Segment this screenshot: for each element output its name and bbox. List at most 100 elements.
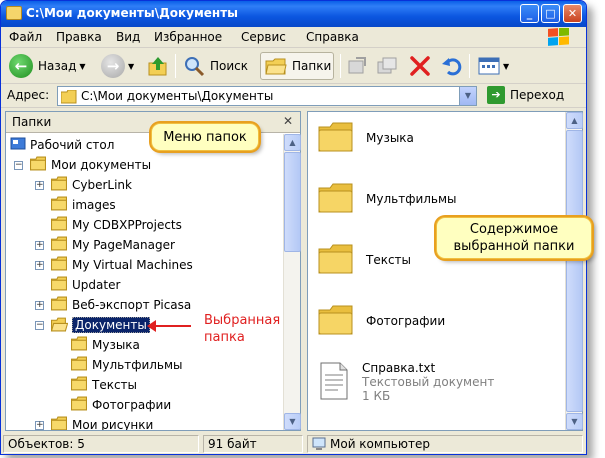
tree-item[interactable]: Тексты — [55, 376, 137, 394]
menu-bar: Файл Правка Вид Избранное Сервис Справка — [1, 27, 586, 48]
tree-item[interactable]: + My PageManager — [35, 236, 175, 254]
menu-favorites[interactable]: Избранное — [154, 30, 222, 44]
annotation-arrow-icon — [147, 320, 191, 332]
menu-tools[interactable]: Сервис — [241, 30, 286, 44]
folder-icon — [50, 216, 68, 235]
menu-edit[interactable]: Правка — [56, 30, 102, 44]
tree-item[interactable]: + Веб-экспорт Picasa — [35, 296, 191, 314]
tree-item-label: Документы — [72, 317, 150, 333]
expand-icon[interactable]: + — [35, 240, 44, 250]
expand-icon[interactable]: + — [35, 260, 44, 270]
go-arrow-icon: ➔ — [487, 86, 505, 104]
tree-item-label: Тексты — [92, 378, 138, 392]
item-label-group: Фотографии — [366, 314, 445, 328]
forward-arrow-icon: → — [101, 54, 125, 78]
window-title: C:\Мои документы\Документы — [26, 6, 239, 20]
go-button[interactable]: ➔ Переход — [487, 86, 564, 104]
open-folder-icon — [50, 316, 69, 335]
folders-label: Папки — [292, 59, 332, 73]
tree-item-label: Музыка — [92, 338, 140, 352]
menu-help[interactable]: Справка — [306, 30, 359, 44]
close-icon[interactable]: ✕ — [280, 113, 296, 129]
scroll-thumb[interactable] — [566, 130, 583, 412]
tree-item[interactable]: + Мои рисунки — [35, 416, 153, 430]
title-bar[interactable]: C:\Мои документы\Документы _ □ ✕ — [1, 1, 586, 27]
file-item[interactable]: Справка.txt Текстовый документ 1 КБ — [318, 352, 494, 412]
minimize-button[interactable]: _ — [520, 4, 539, 23]
chevron-down-icon[interactable]: ▼ — [128, 62, 134, 71]
folder-icon — [50, 236, 68, 255]
tree-item-label: images — [72, 198, 116, 212]
tree-scrollbar[interactable]: ▲ ▼ — [283, 134, 301, 430]
undo-button[interactable] — [441, 52, 463, 80]
tree-item-label: Мои документы — [51, 158, 152, 172]
close-button[interactable]: ✕ — [563, 4, 582, 23]
address-input[interactable]: C:\Мои документы\Документы ▼ — [57, 86, 477, 106]
move-to-button[interactable] — [346, 52, 368, 80]
chevron-down-icon[interactable]: ▼ — [503, 62, 509, 71]
collapse-icon[interactable]: − — [35, 320, 44, 330]
copy-to-button[interactable] — [376, 52, 398, 80]
forward-button[interactable]: → ▼ — [101, 52, 134, 80]
views-button[interactable]: ▼ — [478, 52, 509, 80]
tree-item-label: My Virtual Machines — [72, 258, 193, 272]
folder-icon — [50, 416, 68, 431]
undo-icon — [442, 58, 462, 76]
scroll-down-icon[interactable]: ▼ — [284, 413, 301, 430]
tree-item[interactable]: − Документы — [35, 316, 150, 334]
tree-item[interactable]: − Мои документы — [14, 156, 151, 174]
tree-item[interactable]: Мультфильмы — [55, 356, 183, 374]
toolbar-separator — [340, 54, 341, 78]
item-label-group: Мультфильмы — [366, 192, 457, 206]
expand-icon[interactable]: + — [35, 420, 44, 430]
folder-item[interactable]: Мультфильмы — [318, 177, 457, 221]
status-bar: Объектов: 5 91 байт Мой компьютер — [1, 433, 586, 454]
scroll-up-icon[interactable]: ▲ — [566, 112, 583, 129]
menu-file[interactable]: Файл — [9, 30, 42, 44]
tree-item[interactable]: Фотографии — [55, 396, 171, 414]
scroll-thumb[interactable] — [284, 152, 301, 252]
back-button[interactable]: ← Назад ▼ — [9, 52, 86, 80]
item-size: 1 КБ — [362, 389, 391, 403]
computer-icon — [312, 437, 326, 450]
tree-item[interactable]: + My Virtual Machines — [35, 256, 193, 274]
tree-item[interactable]: Updater — [35, 276, 120, 294]
move-to-icon — [348, 57, 366, 74]
delete-button[interactable] — [409, 52, 431, 80]
folder-item[interactable]: Фотографии — [318, 299, 445, 343]
maximize-button[interactable]: □ — [541, 4, 560, 23]
delete-icon — [410, 56, 430, 76]
item-name: Тексты — [366, 253, 412, 267]
chevron-down-icon[interactable]: ▼ — [459, 87, 476, 105]
desktop-icon — [10, 136, 26, 155]
tree-item-label: My CDBXPProjects — [72, 218, 182, 232]
tree-item-label: Фотографии — [92, 398, 172, 412]
search-button[interactable]: Поиск — [183, 52, 248, 80]
expand-icon[interactable]: + — [35, 180, 44, 190]
tree-item-label: Мои рисунки — [72, 418, 154, 430]
tree-item[interactable]: Музыка — [55, 336, 140, 354]
tree-item-label: Рабочий стол — [30, 138, 115, 152]
status-object-count: Объектов: 5 — [3, 435, 199, 453]
tree-item[interactable]: My CDBXPProjects — [35, 216, 182, 234]
views-icon — [478, 57, 500, 75]
folders-button[interactable]: Папки — [260, 52, 334, 80]
tree-item[interactable]: Рабочий стол — [10, 136, 114, 154]
folder-item[interactable]: Музыка — [318, 116, 414, 160]
chevron-down-icon[interactable]: ▼ — [79, 62, 85, 71]
scroll-down-icon[interactable]: ▼ — [566, 413, 583, 430]
tree-item[interactable]: images — [35, 196, 116, 214]
tree-item[interactable]: + CyberLink — [35, 176, 132, 194]
search-label: Поиск — [210, 59, 249, 73]
collapse-icon[interactable]: − — [14, 160, 23, 170]
folder-icon — [70, 396, 88, 415]
scroll-up-icon[interactable]: ▲ — [284, 134, 301, 151]
content-scrollbar[interactable]: ▲ ▼ — [565, 112, 583, 430]
folder-item[interactable]: Тексты — [318, 238, 411, 282]
expand-icon[interactable]: + — [35, 300, 44, 310]
folder-icon — [318, 304, 354, 339]
menu-view[interactable]: Вид — [116, 30, 140, 44]
up-folder-button[interactable] — [147, 52, 169, 80]
